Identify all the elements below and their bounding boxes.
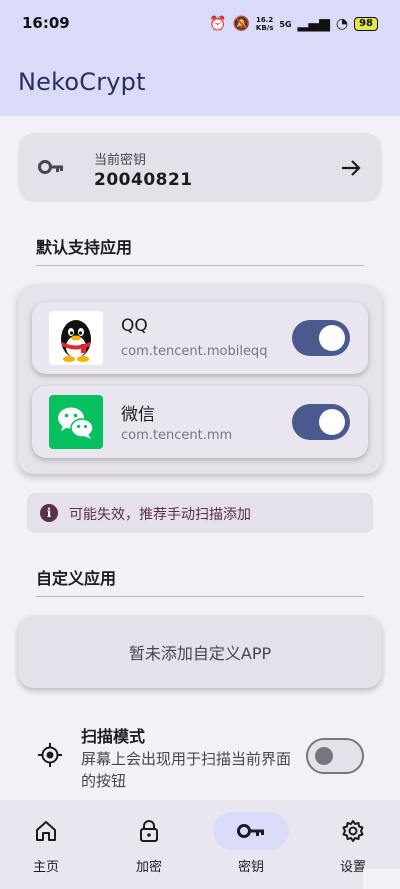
current-key-card[interactable]: 当前密钥 20040821 [18, 133, 382, 202]
nav-item-encrypt[interactable]: 加密 [99, 800, 199, 889]
app-name: 微信 [121, 405, 155, 425]
current-key-value: 20040821 [94, 170, 193, 190]
nav-label: 主页 [32, 860, 59, 875]
net-speed-unit: KB/s [255, 24, 274, 32]
lock-icon [140, 820, 158, 842]
divider [36, 265, 364, 266]
mute-bell-icon: 🔕 [232, 16, 250, 32]
app-title: NekoCrypt [18, 68, 146, 96]
scan-mode-title: 扫描模式 [81, 727, 146, 746]
qq-enable-toggle[interactable] [292, 320, 350, 356]
nav-label: 密钥 [237, 860, 264, 875]
home-icon [36, 821, 56, 841]
status-icons: ⏰ 🔕 16.2 KB/s 5G ▂▄▆ ◔ 98 [209, 16, 378, 32]
status-time: 16:09 [22, 14, 70, 32]
nav-item-home[interactable]: 主页 [0, 800, 96, 889]
default-apps-title: 默认支持应用 [36, 238, 133, 257]
toggle-knob [315, 747, 333, 765]
current-key-label: 当前密钥 [94, 153, 147, 168]
net-speed-value: 16.2 [256, 16, 274, 24]
battery-level: 98 [354, 17, 378, 31]
net-speed: 16.2 KB/s [256, 16, 273, 32]
app-row-qq[interactable]: QQ com.tencent.mobileqq [32, 302, 368, 374]
nav-label: 加密 [135, 860, 162, 875]
gear-icon [342, 820, 364, 842]
warning-banner: i 可能失效，推荐手动扫描添加 [27, 493, 373, 533]
bottom-nav: 主页 加密 密钥 设置 [0, 800, 400, 889]
toggle-knob [319, 409, 345, 435]
default-apps-panel: QQ com.tencent.mobileqq 微信 com.tencent.m… [18, 285, 382, 474]
app-package: com.tencent.mm [121, 428, 233, 443]
key-icon [237, 824, 264, 838]
toggle-knob [319, 325, 345, 351]
signal-icon: ▂▄▆ [297, 16, 330, 32]
key-icon [38, 160, 63, 174]
arrow-right-icon[interactable] [340, 157, 362, 179]
gesture-corner [363, 869, 400, 889]
crosshair-icon [38, 743, 62, 767]
info-icon: i [40, 504, 58, 522]
divider [36, 596, 364, 597]
app-row-wechat[interactable]: 微信 com.tencent.mm [32, 386, 368, 458]
warning-text: 可能失效，推荐手动扫描添加 [69, 507, 251, 523]
app-name: QQ [121, 316, 148, 336]
scan-mode-description: 屏幕上会出现用于扫描当前界面的按钮 [81, 750, 292, 790]
qq-logo [49, 311, 103, 365]
wechat-enable-toggle[interactable] [292, 404, 350, 440]
alarm-icon: ⏰ [209, 16, 227, 32]
wechat-logo [49, 395, 103, 449]
status-bar: 16:09 ⏰ 🔕 16.2 KB/s 5G ▂▄▆ ◔ 98 [0, 0, 400, 48]
app-bar: NekoCrypt [0, 48, 400, 116]
wifi-icon: ◔ [335, 16, 349, 32]
nav-item-key[interactable]: 密钥 [201, 800, 301, 889]
custom-apps-title: 自定义应用 [36, 569, 117, 588]
scan-mode-toggle[interactable] [306, 738, 364, 774]
app-package: com.tencent.mobileqq [121, 344, 268, 359]
network-type: 5G [279, 19, 292, 29]
custom-apps-empty-button[interactable]: 暂未添加自定义APP [18, 615, 382, 688]
